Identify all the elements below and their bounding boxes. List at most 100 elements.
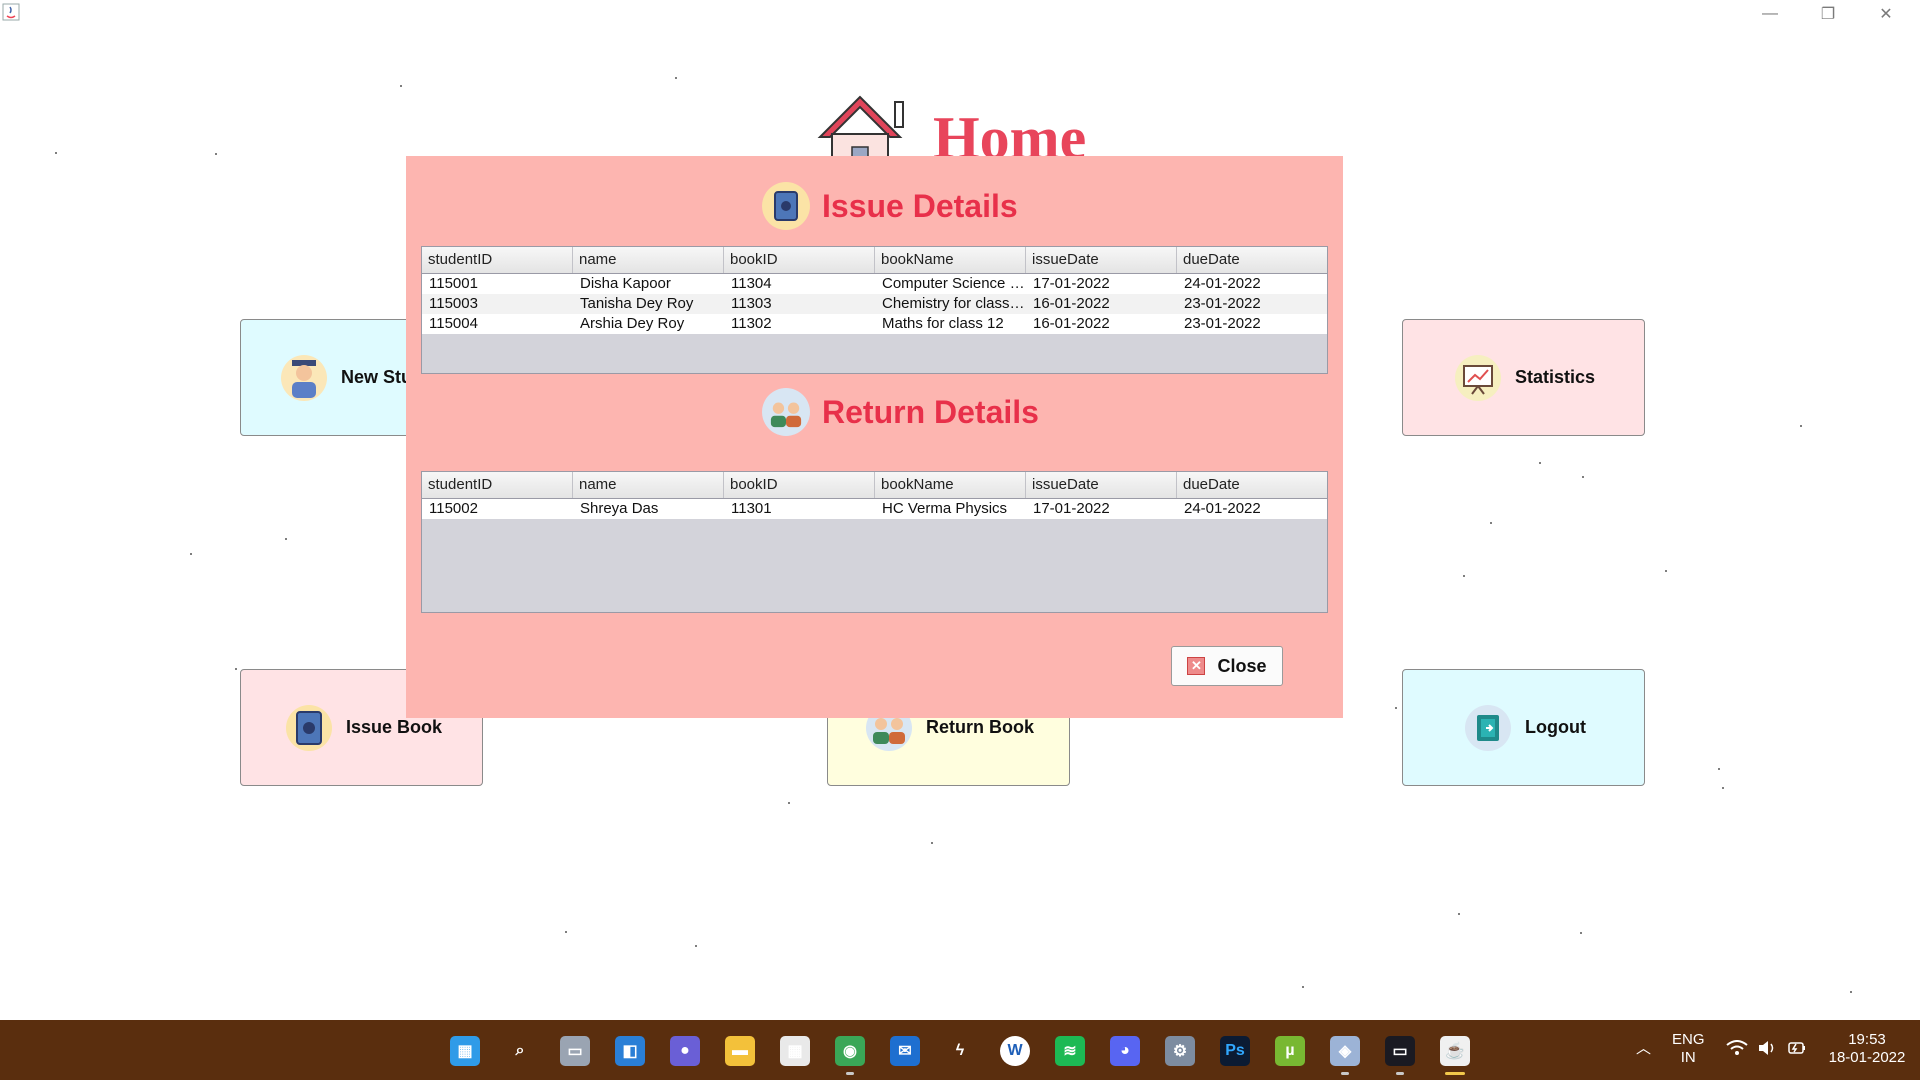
utorrent-icon[interactable]: µ: [1275, 1036, 1305, 1066]
return-people-icon: [762, 388, 810, 436]
table-row[interactable]: 115003 Tanisha Dey Roy 11303 Chemistry for …: [422, 294, 1327, 314]
taskbar: ▦ ⌕ ▭ ◧ ● ▬ ▦ ◉ ✉ ϟ W ≋ ◕ ⚙ Ps µ ◈ ▭ ☕ ︿ ENG IN 19:53 18-0…: [0, 1020, 1920, 1080]
maximize-button[interactable]: ❐: [1799, 0, 1857, 28]
chrome-icon[interactable]: ◉: [835, 1036, 865, 1066]
discord-icon[interactable]: ◕: [1110, 1036, 1140, 1066]
teams-chat-icon[interactable]: ●: [670, 1036, 700, 1066]
mail-icon[interactable]: ✉: [890, 1036, 920, 1066]
wifi-icon[interactable]: [1726, 1040, 1748, 1061]
return-book-label: Return Book: [926, 717, 1034, 737]
table-cell: 115001: [429, 275, 478, 292]
logout-button[interactable]: Logout: [1402, 669, 1645, 786]
clock-time: 19:53: [1848, 1031, 1886, 1048]
table-cell: Computer Science f...: [882, 275, 1026, 292]
mysql-terminal-icon[interactable]: ▭: [1385, 1036, 1415, 1066]
running-indicator: [1396, 1072, 1404, 1075]
photoshop-icon[interactable]: Ps: [1220, 1036, 1250, 1066]
spotify-icon[interactable]: ≋: [1055, 1036, 1085, 1066]
table-cell: 11303: [731, 295, 772, 312]
region-label: IN: [1680, 1049, 1696, 1066]
clock-date: 18-01-2022: [1828, 1049, 1906, 1066]
column-header[interactable]: dueDate: [1177, 472, 1327, 498]
language-indicator[interactable]: ENG IN: [1672, 1031, 1705, 1067]
widgets-icon[interactable]: ◧: [615, 1036, 645, 1066]
table-cell: 23-01-2022: [1184, 295, 1261, 312]
task-view-icon[interactable]: ▭: [560, 1036, 590, 1066]
table-row[interactable]: 115004 Arshia Dey Roy 11302 Maths for class…: [422, 314, 1327, 334]
table-cell: Arshia Dey Roy: [580, 315, 685, 332]
statistics-label: Statistics: [1515, 367, 1596, 387]
table-cell: 24-01-2022: [1184, 500, 1261, 517]
student-icon: [281, 354, 327, 401]
settings-icon[interactable]: ⚙: [1165, 1036, 1195, 1066]
active-app-indicator: [1445, 1072, 1465, 1075]
table-cell: 115004: [429, 315, 478, 332]
column-header[interactable]: name: [573, 472, 724, 498]
battery-icon[interactable]: [1787, 1040, 1807, 1061]
table-header: studentID name bookID bookName issueDate dueD…: [422, 247, 1327, 274]
column-header[interactable]: issueDate: [1026, 247, 1177, 273]
close-button[interactable]: ✕ Close: [1171, 646, 1283, 686]
show-hidden-icons-chevron-icon[interactable]: ︿: [1636, 1040, 1651, 1058]
table-row[interactable]: 115001 Disha Kapoor 11304 Computer Science …: [422, 274, 1327, 294]
table-cell: 115002: [429, 500, 478, 517]
column-header[interactable]: bookName: [875, 247, 1026, 273]
table-header: studentID name bookID bookName issueDate dueD…: [422, 472, 1327, 499]
table-cell: Disha Kapoor: [580, 275, 671, 292]
volume-icon[interactable]: [1757, 1040, 1777, 1061]
return-details-header: Return Details: [762, 388, 1039, 436]
return-details-title: Return Details: [822, 393, 1039, 430]
column-header[interactable]: bookID: [724, 247, 875, 273]
java-app-icon[interactable]: ☕: [1440, 1036, 1470, 1066]
running-indicator: [846, 1072, 854, 1075]
return-details-table[interactable]: studentID name bookID bookName issueDate dueD…: [421, 471, 1328, 613]
windows-start-icon[interactable]: ▦: [450, 1036, 480, 1066]
book-icon: [286, 704, 332, 751]
running-indicator: [1341, 1072, 1349, 1075]
word-icon[interactable]: W: [1000, 1036, 1030, 1066]
table-cell: 23-01-2022: [1184, 315, 1261, 332]
issue-details-title: Issue Details: [822, 187, 1018, 224]
virtualbox-icon[interactable]: ◈: [1330, 1036, 1360, 1066]
table-cell: 11302: [731, 315, 772, 332]
file-explorer-icon[interactable]: ▬: [725, 1036, 755, 1066]
table-cell: 11304: [731, 275, 772, 292]
column-header[interactable]: studentID: [422, 247, 573, 273]
table-cell: 17-01-2022: [1033, 500, 1110, 517]
table-row[interactable]: 115002 Shreya Das 11301 HC Verma Physics 17-…: [422, 499, 1327, 519]
column-header[interactable]: name: [573, 247, 724, 273]
table-body: 115001 Disha Kapoor 11304 Computer Science …: [422, 274, 1327, 334]
details-dialog: Issue Details studentID name bookID bookNam…: [406, 156, 1343, 718]
table-cell: Maths for class 12: [882, 315, 1004, 332]
column-header[interactable]: studentID: [422, 472, 573, 498]
search-icon[interactable]: ⌕: [505, 1036, 535, 1066]
bolt-app-icon[interactable]: ϟ: [945, 1036, 975, 1066]
statistics-button[interactable]: Statistics: [1402, 319, 1645, 436]
book-icon: [762, 182, 810, 230]
close-icon: ✕: [1187, 657, 1206, 675]
table-cell: 17-01-2022: [1033, 275, 1110, 292]
table-cell: 115003: [429, 295, 478, 312]
java-app-icon: [2, 3, 20, 21]
column-header[interactable]: bookName: [875, 472, 1026, 498]
minimize-button[interactable]: —: [1741, 0, 1799, 28]
column-header[interactable]: issueDate: [1026, 472, 1177, 498]
issue-book-label: Issue Book: [346, 717, 443, 737]
language-label: ENG: [1672, 1031, 1705, 1048]
table-cell: Shreya Das: [580, 500, 659, 517]
microsoft-store-icon[interactable]: ▦: [780, 1036, 810, 1066]
table-cell: HC Verma Physics: [882, 500, 1008, 517]
table-cell: Tanisha Dey Roy: [580, 295, 694, 312]
logout-icon: [1465, 704, 1511, 751]
close-window-button[interactable]: ✕: [1857, 0, 1915, 28]
statistics-icon: [1455, 354, 1501, 401]
table-cell: 11301: [731, 500, 772, 517]
issue-details-table[interactable]: studentID name bookID bookName issueDate dueD…: [421, 246, 1328, 374]
clock[interactable]: 19:53 18-01-2022: [1827, 1031, 1907, 1067]
table-body: 115002 Shreya Das 11301 HC Verma Physics 17-…: [422, 499, 1327, 519]
column-header[interactable]: bookID: [724, 472, 875, 498]
close-label: Close: [1217, 655, 1267, 676]
table-cell: 16-01-2022: [1033, 315, 1110, 332]
column-header[interactable]: dueDate: [1177, 247, 1327, 273]
table-cell: Chemistry for class ...: [882, 295, 1026, 312]
